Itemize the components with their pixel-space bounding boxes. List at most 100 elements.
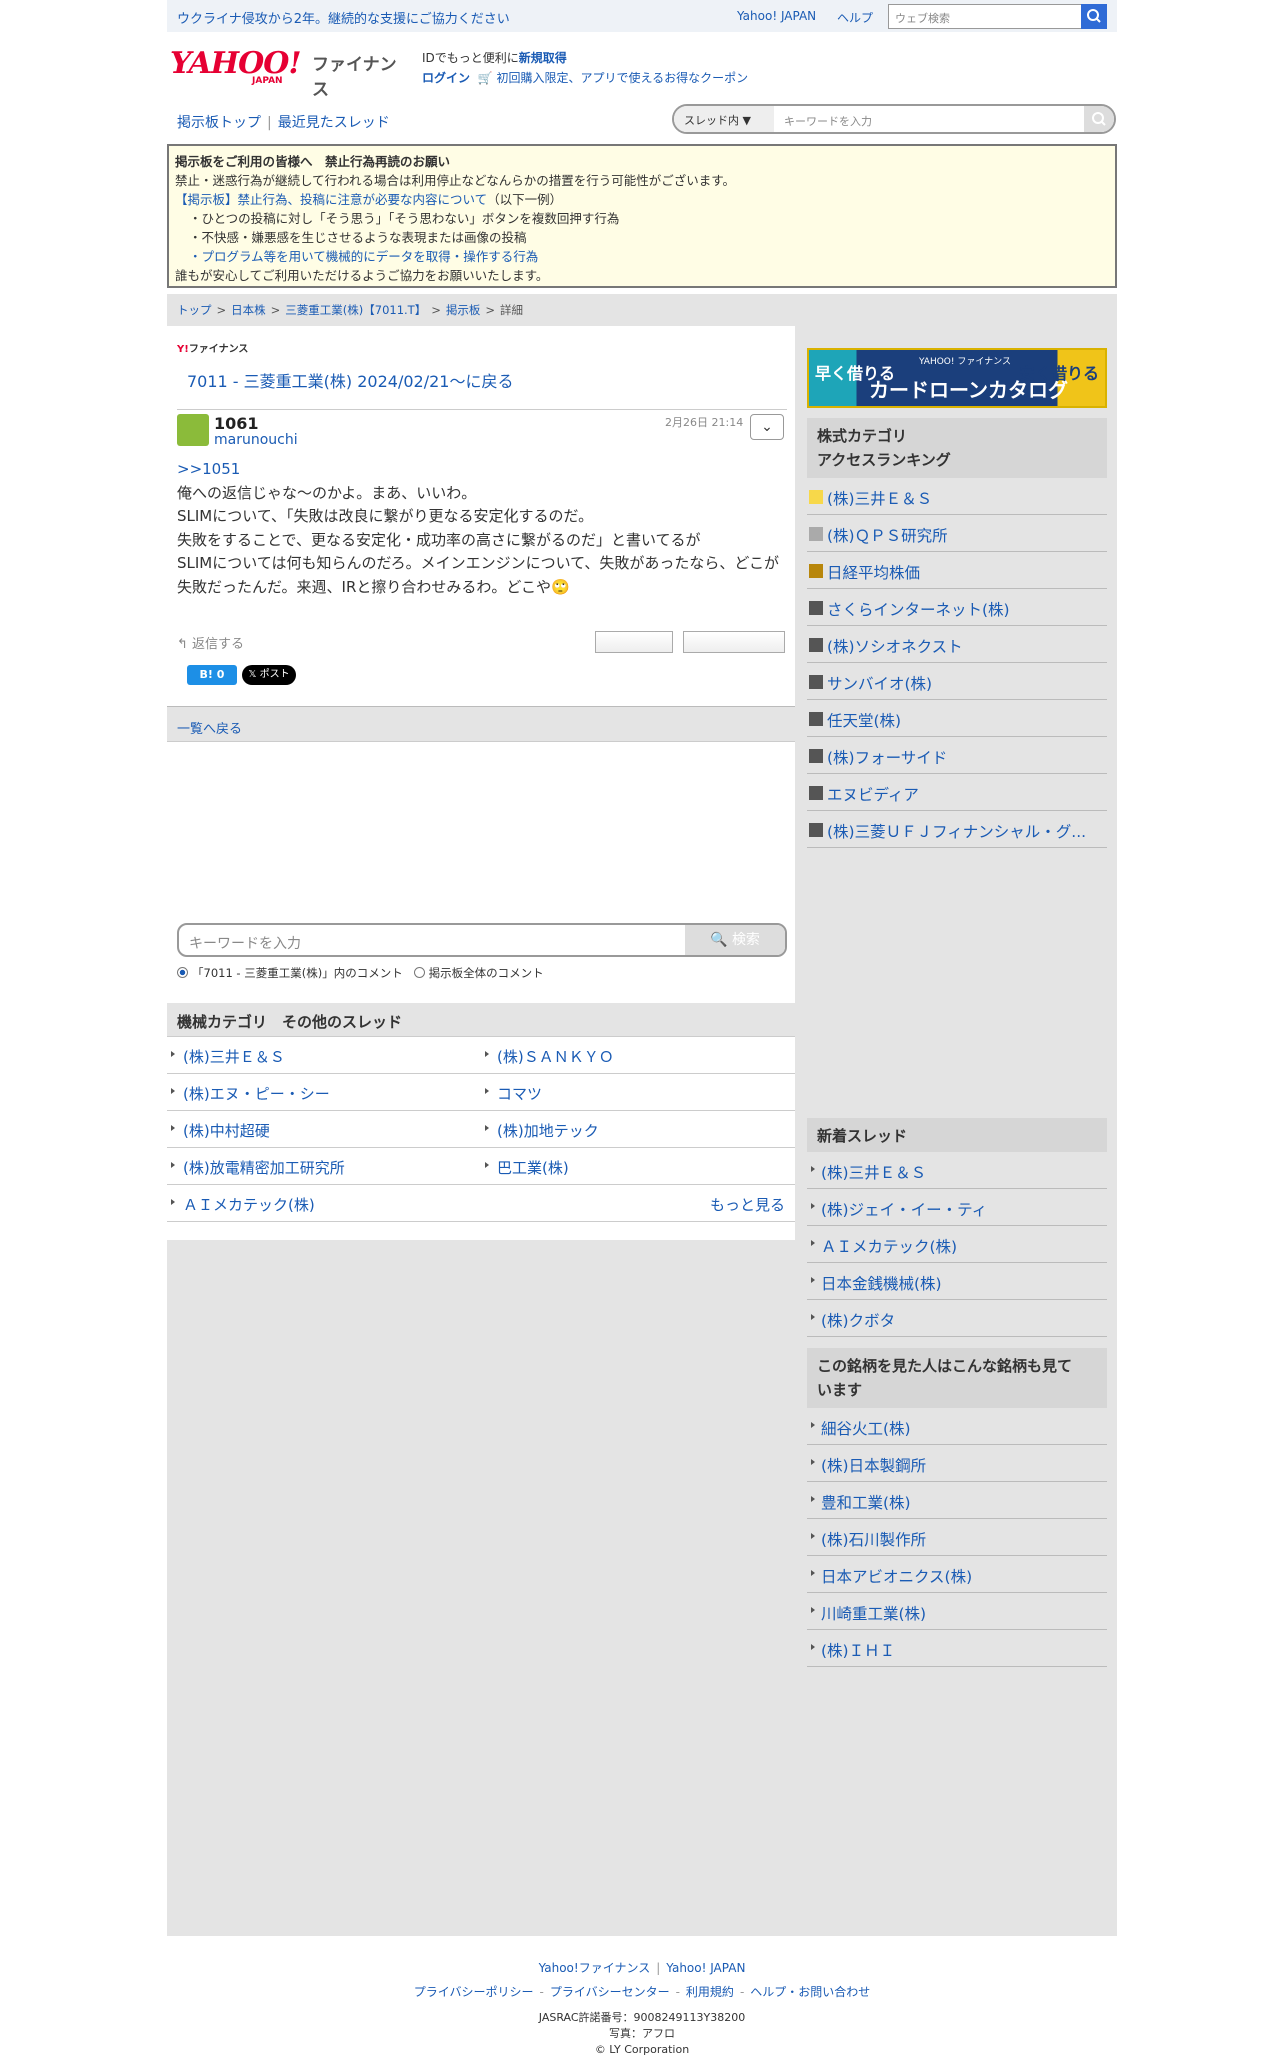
category-thread-link[interactable]: (株)放電精密加工研究所 — [183, 1157, 345, 1178]
ranking-link[interactable]: (株)三菱ＵＦＪフィナンシャル・グ... — [827, 820, 1107, 842]
also-viewed-link[interactable]: 細谷火工(株) — [821, 1417, 911, 1439]
ukraine-banner-link[interactable]: ウクライナ侵攻から2年。継続的な支援にご協力ください — [177, 8, 510, 27]
ad-banner[interactable]: 早く借りる YAHOO! ファイナンス カードローンカタログ 安く借りる — [807, 348, 1107, 408]
back-to-thread-link[interactable]: 7011 - 三菱重工業(株) 2024/02/21〜に戻る — [187, 368, 513, 392]
notice-item-link[interactable]: ・プログラム等を用いて機械的にデータを取得・操作する行為 — [189, 249, 538, 264]
radio-all[interactable] — [413, 967, 425, 978]
ranking-row[interactable]: (株)三菱ＵＦＪフィナンシャル・グ... — [807, 811, 1107, 848]
reply-button[interactable]: ↰ 返信する — [177, 633, 244, 652]
new-threads-row[interactable]: (株)三井Ｅ＆Ｓ — [807, 1152, 1107, 1189]
ranking-link[interactable]: 任天堂(株) — [827, 709, 1107, 731]
new-threads-link[interactable]: (株)クボタ — [821, 1309, 895, 1331]
login-link[interactable]: ログイン — [422, 71, 470, 85]
privacy-center-link[interactable]: プライバシーセンター — [550, 1985, 670, 1999]
thread-keyword-input[interactable]: キーワードを入力 — [784, 113, 872, 129]
notice-link[interactable]: 【掲示板】禁止行為、投稿に注意が必要な内容について — [175, 192, 487, 207]
new-threads-row[interactable]: (株)ジェイ・イー・ティ — [807, 1189, 1107, 1226]
keyword-search-button[interactable]: 🔍 検索 — [685, 925, 785, 955]
new-threads-link[interactable]: (株)三井Ｅ＆Ｓ — [821, 1161, 926, 1183]
privacy-policy-link[interactable]: プライバシーポリシー — [414, 1985, 534, 1999]
category-thread-link[interactable]: ＡＩメカテック(株) — [183, 1194, 315, 1215]
ranking-link[interactable]: (株)三井Ｅ＆Ｓ — [827, 487, 1107, 509]
register-link[interactable]: 新規取得 — [519, 51, 567, 65]
keyword-input[interactable]: キーワードを入力 — [189, 933, 301, 953]
ranking-link[interactable]: (株)ＱＰＳ研究所 — [827, 524, 1107, 546]
new-threads-link[interactable]: (株)ジェイ・イー・ティ — [821, 1198, 987, 1220]
category-thread-link[interactable]: コマツ — [497, 1083, 542, 1104]
help-contact-link[interactable]: ヘルプ・お問い合わせ — [750, 1985, 870, 1999]
also-viewed-link[interactable]: (株)石川製作所 — [821, 1528, 926, 1550]
also-viewed-row[interactable]: (株)石川製作所 — [807, 1519, 1107, 1556]
rank-marker-icon — [809, 712, 823, 726]
coupon-link[interactable]: 初回購入限定、アプリで使えるお得なクーポン — [496, 71, 748, 85]
category-thread-link[interactable]: (株)エヌ・ピー・シー — [183, 1083, 330, 1104]
also-viewed-link[interactable]: (株)日本製鋼所 — [821, 1454, 926, 1476]
web-search-button[interactable] — [1081, 4, 1107, 29]
terms-link[interactable]: 利用規約 — [686, 1985, 734, 1999]
also-viewed-link[interactable]: 川崎重工業(株) — [821, 1602, 926, 1624]
more-link[interactable]: もっと見る — [710, 1194, 785, 1215]
divider — [177, 409, 787, 410]
also-viewed-link[interactable]: 日本アビオニクス(株) — [821, 1565, 972, 1587]
footer-yf-link[interactable]: Yahoo!ファイナンス — [539, 1961, 651, 1975]
also-viewed-row[interactable]: (株)日本製鋼所 — [807, 1445, 1107, 1482]
post-user[interactable]: marunouchi — [214, 432, 298, 448]
new-threads-row[interactable]: 日本金銭機械(株) — [807, 1263, 1107, 1300]
breadcrumb-top[interactable]: トップ — [177, 303, 212, 317]
category-thread-link[interactable]: 巴工業(株) — [497, 1157, 569, 1178]
category-thread-link[interactable]: (株)加地テック — [497, 1120, 599, 1141]
ranking-row[interactable]: (株)三井Ｅ＆Ｓ — [807, 478, 1107, 515]
also-viewed-row[interactable]: (株)ＩＨＩ — [807, 1630, 1107, 1667]
web-search-input[interactable]: ウェブ検索 — [888, 4, 1082, 29]
ranking-row[interactable]: (株)フォーサイド — [807, 737, 1107, 774]
category-thread-link[interactable]: (株)中村超硬 — [183, 1120, 270, 1141]
ranking-row[interactable]: 日経平均株価 — [807, 552, 1107, 589]
breadcrumb-company[interactable]: 三菱重工業(株)【7011.T】 — [285, 303, 426, 317]
also-viewed-row[interactable]: 豊和工業(株) — [807, 1482, 1107, 1519]
ranking-link[interactable]: (株)ソシオネクスト — [827, 635, 1107, 657]
also-viewed-link[interactable]: (株)ＩＨＩ — [821, 1639, 895, 1661]
thread-search-button[interactable] — [1084, 106, 1114, 132]
post-line: 俺への返信じゃな〜のかよ。まあ、いいわ。 — [177, 483, 477, 502]
also-viewed-link[interactable]: 豊和工業(株) — [821, 1491, 911, 1513]
yahoo-japan-link[interactable]: Yahoo! JAPAN — [737, 9, 816, 23]
bullet-icon — [485, 1125, 489, 1131]
agree-button[interactable] — [595, 631, 673, 653]
category-thread-link[interactable]: (株)ＳＡＮＫＹＯ — [497, 1046, 614, 1067]
disagree-button[interactable] — [683, 631, 785, 653]
ranking-link[interactable]: エヌビディア — [827, 783, 1107, 805]
avatar[interactable] — [177, 414, 209, 446]
hatena-bookmark-button[interactable]: B! 0 — [187, 665, 237, 685]
help-link[interactable]: ヘルプ — [837, 9, 873, 26]
ranking-link[interactable]: サンバイオ(株) — [827, 672, 1107, 694]
breadcrumb-jp-stock[interactable]: 日本株 — [231, 303, 266, 317]
ranking-link[interactable]: (株)フォーサイド — [827, 746, 1107, 768]
post-menu-button[interactable]: ⌄ — [750, 414, 784, 440]
back-to-list-link[interactable]: 一覧へ戻る — [167, 706, 795, 742]
board-top-link[interactable]: 掲示板トップ — [177, 115, 261, 131]
new-threads-link[interactable]: 日本金銭機械(株) — [821, 1272, 942, 1294]
search-scope-select[interactable]: スレッド内 ▼ — [674, 106, 774, 132]
recent-threads-link[interactable]: 最近見たスレッド — [278, 115, 390, 131]
footer-yj-link[interactable]: Yahoo! JAPAN — [666, 1961, 745, 1975]
radio-thread[interactable] — [177, 967, 188, 978]
category-thread-link[interactable]: (株)三井Ｅ＆Ｓ — [183, 1046, 285, 1067]
new-threads-row[interactable]: (株)クボタ — [807, 1300, 1107, 1337]
yahoo-finance-logo[interactable]: YAHOO! JAPAN ファイナンス — [170, 46, 410, 100]
also-viewed-row[interactable]: 日本アビオニクス(株) — [807, 1556, 1107, 1593]
also-viewed-row[interactable]: 川崎重工業(株) — [807, 1593, 1107, 1630]
x-post-button[interactable]: 𝕏 ポスト — [242, 665, 296, 685]
ranking-row[interactable]: (株)ＱＰＳ研究所 — [807, 515, 1107, 552]
ranking-row[interactable]: エヌビディア — [807, 774, 1107, 811]
new-threads-row[interactable]: ＡＩメカテック(株) — [807, 1226, 1107, 1263]
reply-anchor[interactable]: >>1051 — [177, 458, 787, 482]
ranking-row[interactable]: サンバイオ(株) — [807, 663, 1107, 700]
ranking-link[interactable]: 日経平均株価 — [827, 561, 1107, 583]
ranking-link[interactable]: さくらインターネット(株) — [827, 598, 1107, 620]
ranking-row[interactable]: 任天堂(株) — [807, 700, 1107, 737]
ranking-row[interactable]: さくらインターネット(株) — [807, 589, 1107, 626]
also-viewed-row[interactable]: 細谷火工(株) — [807, 1408, 1107, 1445]
breadcrumb-board[interactable]: 掲示板 — [446, 303, 481, 317]
new-threads-link[interactable]: ＡＩメカテック(株) — [821, 1235, 957, 1257]
ranking-row[interactable]: (株)ソシオネクスト — [807, 626, 1107, 663]
